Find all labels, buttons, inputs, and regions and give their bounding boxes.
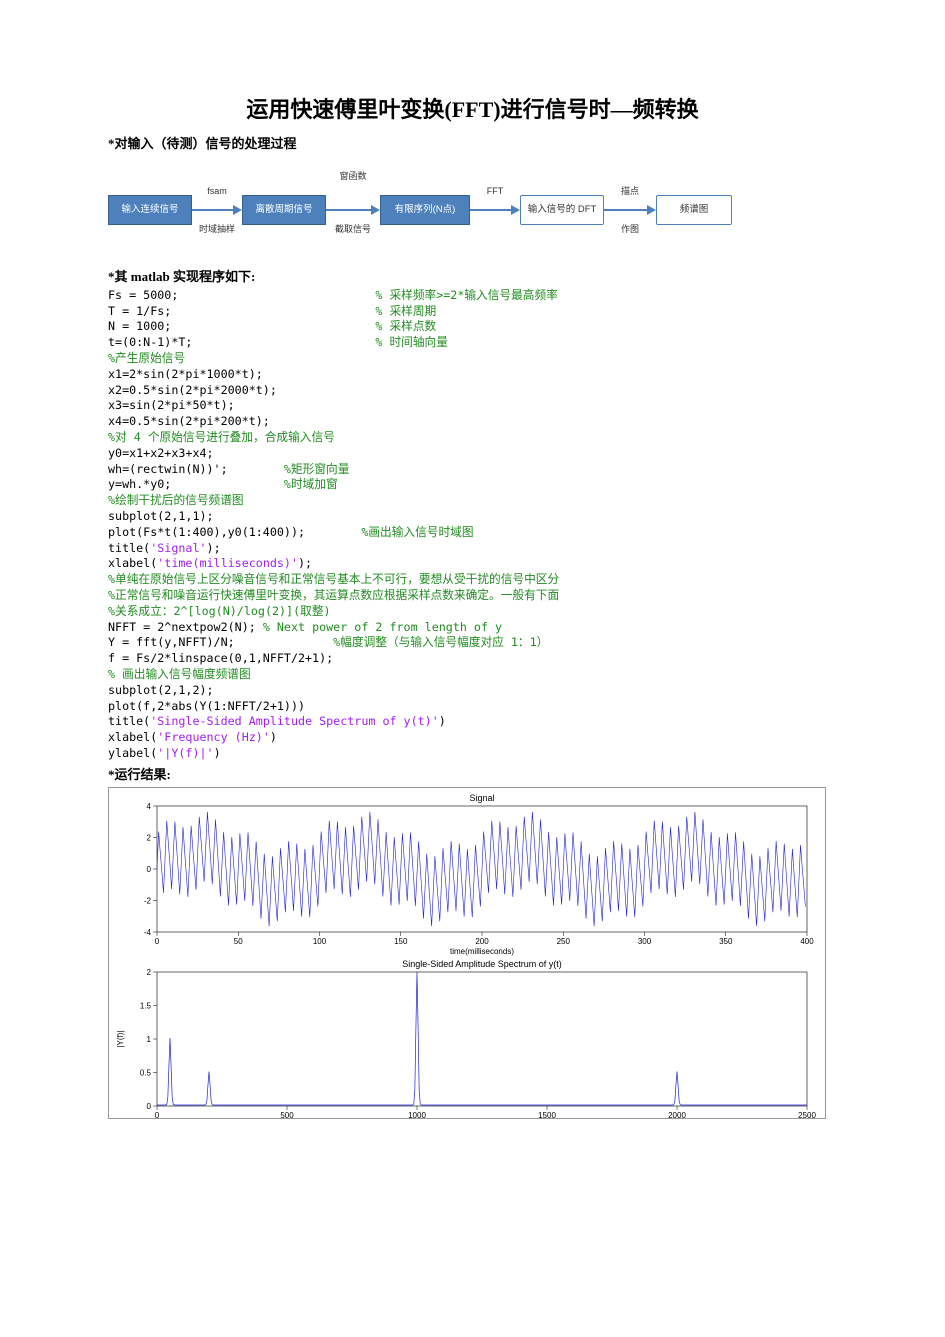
result-charts-svg: Signal050100150200250300350400-4-2024tim… <box>109 788 823 1118</box>
svg-text:500: 500 <box>280 1111 294 1118</box>
svg-text:Signal: Signal <box>469 793 494 803</box>
diagram-box-input: 输入连续信号 <box>108 195 192 225</box>
arrow-icon <box>604 203 656 217</box>
svg-text:-4: -4 <box>144 928 152 937</box>
arrow-label: 窗函数 <box>336 172 370 181</box>
arrow-label: fsam <box>196 187 238 196</box>
svg-text:0.5: 0.5 <box>140 1069 152 1078</box>
svg-text:0: 0 <box>147 865 152 874</box>
svg-text:1500: 1500 <box>538 1111 556 1118</box>
matlab-code-block: Fs = 5000; % 采样频率>=2*输入信号最高频率T = 1/Fs; %… <box>108 288 837 762</box>
section-heading-result: *运行结果: <box>108 766 837 784</box>
svg-text:0: 0 <box>155 937 160 946</box>
section-heading-process: *对输入（待测）信号的处理过程 <box>108 135 837 153</box>
svg-text:2: 2 <box>147 834 152 843</box>
arrow-label: 作图 <box>612 225 648 234</box>
svg-text:100: 100 <box>313 937 327 946</box>
diagram-box-dft: 输入信号的 DFT <box>520 195 604 225</box>
svg-text:200: 200 <box>475 937 489 946</box>
arrow-label: 描点 <box>612 187 648 196</box>
svg-text:1.5: 1.5 <box>140 1002 152 1011</box>
arrow-label: FFT <box>478 187 512 196</box>
svg-text:-2: -2 <box>144 897 152 906</box>
svg-text:350: 350 <box>719 937 733 946</box>
svg-text:2500: 2500 <box>798 1111 816 1118</box>
diagram-box-discrete: 离散周期信号 <box>242 195 326 225</box>
arrow-icon <box>326 203 380 217</box>
process-diagram: 输入连续信号 fsam 时域抽样 离散周期信号 窗函数 截取信号 有限序列(N点… <box>108 170 828 250</box>
svg-text:|Y(f)|: |Y(f)| <box>116 1031 125 1048</box>
svg-text:0: 0 <box>147 1102 152 1111</box>
diagram-box-spectrum: 频谱图 <box>656 195 732 225</box>
svg-text:1: 1 <box>147 1035 152 1044</box>
svg-text:Single-Sided Amplitude Spectru: Single-Sided Amplitude Spectrum of y(t) <box>402 959 562 969</box>
svg-text:250: 250 <box>557 937 571 946</box>
svg-text:2: 2 <box>147 968 152 977</box>
arrow-icon <box>192 203 242 217</box>
svg-text:2000: 2000 <box>668 1111 686 1118</box>
arrow-label: 截取信号 <box>328 225 378 234</box>
page-title: 运用快速傅里叶变换(FFT)进行信号时—频转换 <box>108 95 837 125</box>
svg-text:400: 400 <box>800 937 814 946</box>
arrow-label: 时域抽样 <box>192 225 242 234</box>
svg-text:0: 0 <box>155 1111 160 1118</box>
diagram-box-sequence: 有限序列(N点) <box>380 195 470 225</box>
svg-text:4: 4 <box>147 802 152 811</box>
svg-text:300: 300 <box>638 937 652 946</box>
section-heading-code: *其 matlab 实现程序如下: <box>108 268 837 286</box>
svg-text:50: 50 <box>234 937 243 946</box>
svg-text:time(milliseconds): time(milliseconds) <box>450 947 514 956</box>
result-figure: Signal050100150200250300350400-4-2024tim… <box>108 787 826 1119</box>
svg-text:1000: 1000 <box>408 1111 426 1118</box>
svg-text:150: 150 <box>394 937 408 946</box>
arrow-icon <box>470 203 520 217</box>
